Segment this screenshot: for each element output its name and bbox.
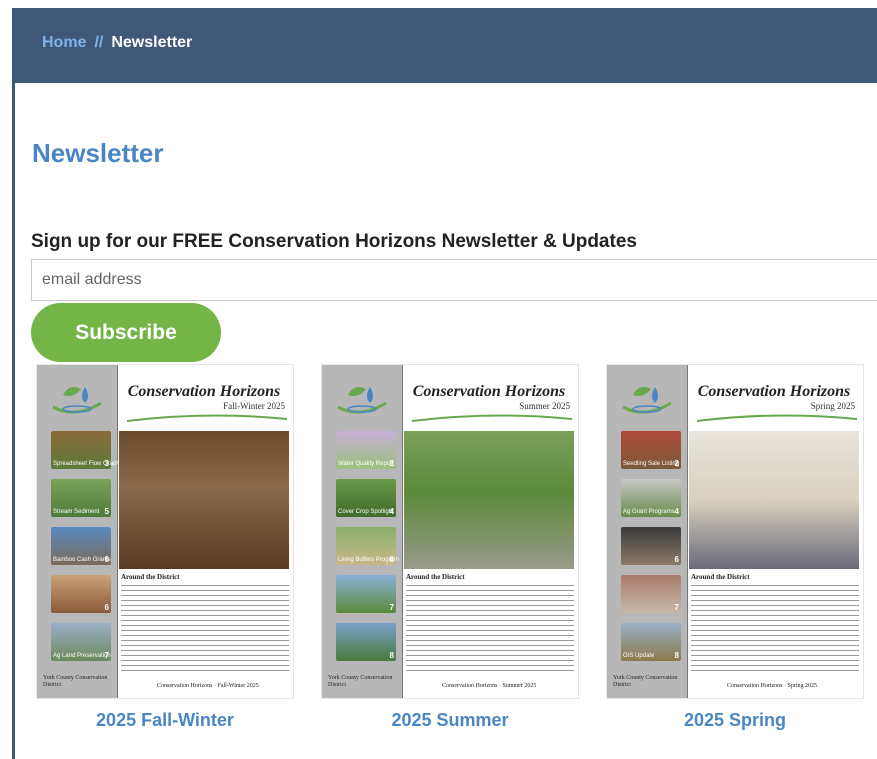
conservation-logo-icon bbox=[337, 387, 387, 414]
sidebar-thumb: 8 bbox=[336, 623, 396, 661]
breadcrumb-home-link[interactable]: Home bbox=[42, 34, 86, 51]
sidebar-thumb: Ag Land Preservation 7 bbox=[51, 623, 111, 661]
article-text bbox=[406, 583, 574, 673]
sidebar-thumb: Stream Sediment 5 bbox=[51, 479, 111, 517]
masthead: Conservation Horizons bbox=[127, 383, 281, 400]
sidebar-thumb: Spreadsheet Flow Graphs 3 bbox=[51, 431, 123, 469]
masthead: Conservation Horizons bbox=[412, 383, 566, 400]
issue-season: Spring 2025 bbox=[810, 401, 855, 411]
page-title: Newsletter bbox=[32, 138, 164, 168]
site-header: Home // Newsletter bbox=[12, 8, 877, 83]
sidebar-thumb: GIS Update 8 bbox=[621, 623, 681, 661]
district-name: York County Conservation District bbox=[613, 675, 678, 688]
cover-footer: Conservation Horizons · Spring 2025 bbox=[727, 683, 817, 689]
content-border bbox=[12, 83, 15, 759]
article-text bbox=[121, 583, 289, 673]
breadcrumb-current: Newsletter bbox=[111, 34, 193, 51]
newsletter-link-summer[interactable]: 2025 Summer bbox=[322, 710, 578, 731]
newsletter-cover-fall-winter[interactable]: Spreadsheet Flow Graphs 3 Stream Sediment… bbox=[37, 365, 293, 698]
district-name: York County Conservation District bbox=[328, 675, 393, 688]
masthead-swoosh bbox=[697, 414, 857, 422]
masthead: Conservation Horizons bbox=[697, 383, 851, 400]
sidebar-thumb: Living Buffers Program 6 bbox=[336, 527, 399, 565]
breadcrumb: Home // Newsletter bbox=[42, 34, 192, 52]
sidebar-thumb: Water Quality Report 2 bbox=[336, 431, 396, 469]
conservation-logo-icon bbox=[52, 387, 102, 414]
cover-sidebar: Spreadsheet Flow Graphs 3 Stream Sediment… bbox=[37, 365, 123, 698]
newsletter-cover-summer[interactable]: Water Quality Report 2 Cover Crop Spotlig… bbox=[322, 365, 578, 698]
issue-season: Fall-Winter 2025 bbox=[223, 401, 285, 411]
cover-photo bbox=[404, 431, 574, 569]
cover-sidebar: Seedling Sale Listing 2 Ag Grant Programs… bbox=[607, 365, 688, 698]
sidebar-thumb: Seedling Sale Listing 2 bbox=[621, 431, 681, 469]
cover-photo bbox=[119, 431, 289, 569]
cover-sidebar: Water Quality Report 2 Cover Crop Spotlig… bbox=[322, 365, 403, 698]
sidebar-thumb: 6 bbox=[621, 527, 681, 565]
newsletter-link-spring[interactable]: 2025 Spring bbox=[607, 710, 863, 731]
conservation-logo-icon bbox=[622, 387, 672, 414]
section-heading: Around the District bbox=[121, 573, 180, 581]
sidebar-thumb: 6 bbox=[51, 575, 111, 613]
issue-season: Summer 2025 bbox=[519, 401, 570, 411]
cover-footer: Conservation Horizons · Summer 2025 bbox=[442, 683, 537, 689]
sidebar-thumb: 7 bbox=[336, 575, 396, 613]
newsletter-cover-spring[interactable]: Seedling Sale Listing 2 Ag Grant Programs… bbox=[607, 365, 863, 698]
sidebar-thumb: Bamboo Cash Grants 6 bbox=[51, 527, 111, 565]
breadcrumb-separator: // bbox=[94, 34, 104, 51]
article-text bbox=[691, 583, 859, 673]
masthead-swoosh bbox=[127, 414, 287, 422]
email-input[interactable] bbox=[31, 259, 877, 301]
newsletter-link-fall-winter[interactable]: 2025 Fall-Winter bbox=[37, 710, 293, 731]
section-heading: Around the District bbox=[406, 573, 465, 581]
section-heading: Around the District bbox=[691, 573, 750, 581]
masthead-swoosh bbox=[412, 414, 572, 422]
district-name: York County Conservation District bbox=[43, 675, 108, 688]
cover-photo bbox=[689, 431, 859, 569]
sidebar-thumb: 7 bbox=[621, 575, 681, 613]
sidebar-thumb: Cover Crop Spotlight 4 bbox=[336, 479, 396, 517]
sidebar-thumb: Ag Grant Programs 4 bbox=[621, 479, 681, 517]
subscribe-button[interactable]: Subscribe bbox=[31, 303, 221, 362]
signup-heading: Sign up for our FREE Conservation Horizo… bbox=[31, 231, 637, 252]
cover-footer: Conservation Horizons · Fall-Winter 2025 bbox=[157, 683, 259, 689]
